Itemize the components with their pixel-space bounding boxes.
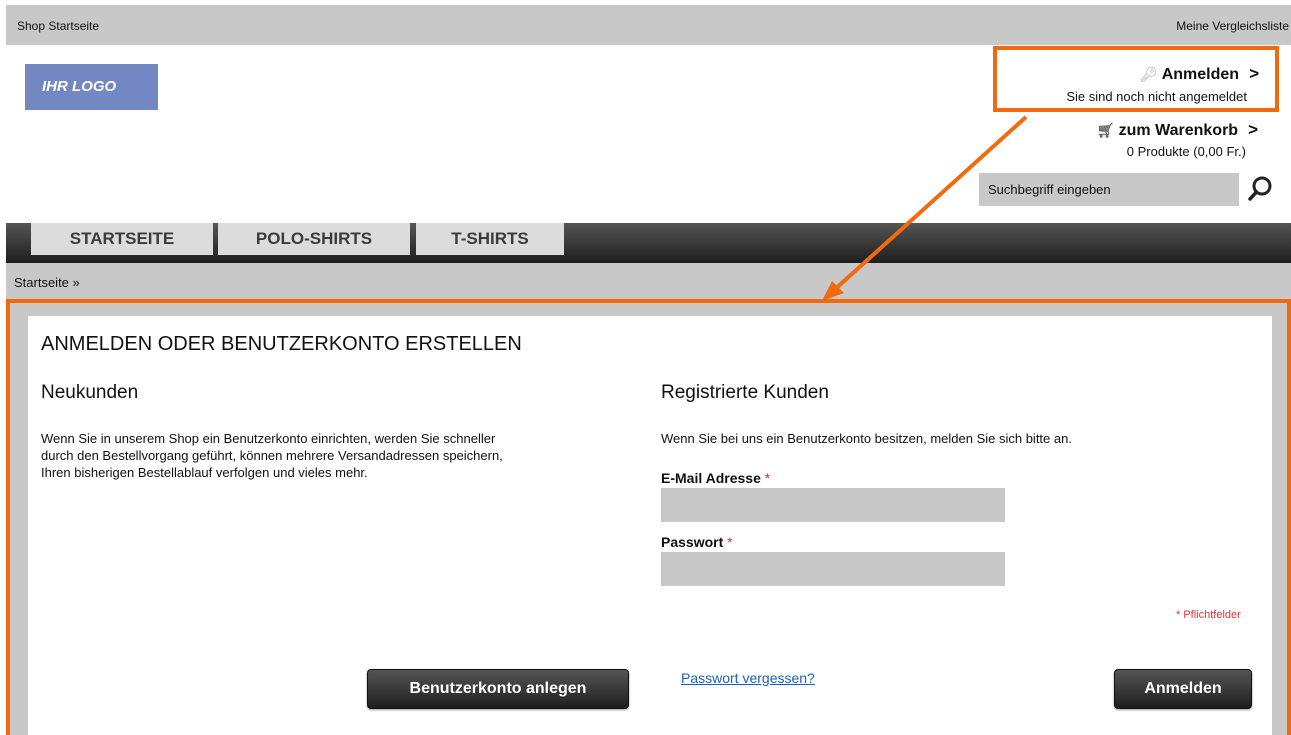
new-customers-text-line: Wenn Sie in unserem Shop ein Benutzerkon… (41, 431, 496, 446)
top-bar: Shop Startseite Meine Vergleichsliste (6, 5, 1291, 45)
content-panel (28, 316, 1272, 735)
email-label: E-Mail Adresse * (661, 470, 770, 486)
new-customers-text-line: Ihren bisherigen Bestellablauf verfolgen… (41, 465, 368, 480)
breadcrumb-home[interactable]: Startseite » (14, 275, 80, 290)
tab-polo-shirts[interactable]: POLO-SHIRTS (218, 223, 410, 255)
login-label: Anmelden (1161, 66, 1240, 83)
email-field[interactable] (661, 488, 1005, 522)
new-customers-text-line: durch den Bestellvorgang geführt, können… (41, 448, 503, 463)
page-title: ANMELDEN ODER BENUTZERKONTO ERSTELLEN (41, 333, 522, 355)
password-field[interactable] (661, 552, 1005, 586)
login-highlight-box: 🔑︎ Anmelden > Sie sind noch nicht angemeld… (993, 46, 1279, 112)
tab-t-shirts[interactable]: T-SHIRTS (416, 223, 564, 255)
email-label-text: E-Mail Adresse (661, 470, 761, 486)
password-label-text: Passwort (661, 534, 724, 550)
cart-label: zum Warenkorb (1118, 122, 1239, 139)
new-customers-heading: Neukunden (41, 382, 139, 403)
cart-icon: 🛒︎ (1096, 122, 1115, 138)
login-button[interactable]: Anmelden (1114, 669, 1252, 709)
search-input[interactable] (979, 173, 1239, 206)
forgot-password-link[interactable]: Passwort vergessen? (681, 670, 815, 686)
required-asterisk: * (727, 534, 733, 550)
key-icon: 🔑︎ (1139, 66, 1158, 82)
search-icon[interactable] (1247, 175, 1275, 203)
required-asterisk: * (764, 470, 771, 486)
registered-customers-text: Wenn Sie bei uns ein Benutzerkonto besit… (661, 431, 1072, 446)
cart-summary: 0 Produkte (0,00 Fr.) (1126, 144, 1246, 159)
logo[interactable]: IHR LOGO (25, 64, 158, 110)
cart-link[interactable]: 🛒︎ zum Warenkorb > (1097, 120, 1258, 140)
login-link[interactable]: 🔑︎ Anmelden > (1140, 64, 1259, 84)
required-fields-note: * Pflichtfelder (1176, 609, 1241, 621)
shop-home-link[interactable]: Shop Startseite (17, 19, 99, 33)
new-customers-text: Wenn Sie in unserem Shop ein Benutzerkon… (41, 430, 503, 481)
chevron-right-icon: > (1249, 64, 1259, 83)
breadcrumb: Startseite » (6, 263, 1291, 299)
login-status: Sie sind noch nicht angemeldet (1066, 89, 1247, 104)
chevron-right-icon: > (1248, 120, 1258, 139)
tab-startseite[interactable]: STARTSEITE (31, 223, 213, 255)
registered-customers-heading: Registrierte Kunden (661, 382, 829, 403)
main-nav: STARTSEITE POLO-SHIRTS T-SHIRTS (6, 223, 1291, 263)
create-account-button[interactable]: Benutzerkonto anlegen (367, 669, 629, 709)
compare-list-link[interactable]: Meine Vergleichsliste (1176, 19, 1289, 33)
password-label: Passwort * (661, 534, 733, 550)
